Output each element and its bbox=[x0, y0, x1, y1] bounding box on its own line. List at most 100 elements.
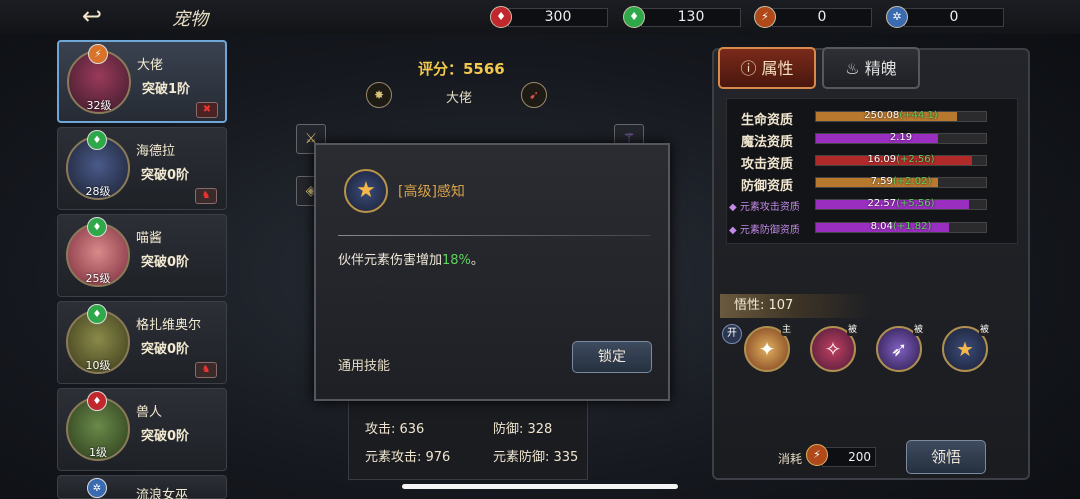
resource-value: 0 bbox=[904, 8, 1004, 27]
pet-breakthrough: 突破0阶 bbox=[141, 342, 190, 357]
element-badge-icon: ♦ bbox=[87, 217, 107, 237]
red-gem-icon: ♦ bbox=[490, 6, 512, 28]
aptitude-label: 攻击资质 bbox=[741, 157, 794, 172]
pet-level: 10级 bbox=[85, 359, 111, 372]
aptitude-label: 生命资质 bbox=[741, 113, 794, 128]
pet-name: 格扎维奥尔 bbox=[136, 318, 202, 333]
comprehension-label: 悟性: 107 bbox=[720, 294, 872, 318]
green-gem-icon: ♦ bbox=[623, 6, 645, 28]
element-badge-icon: ✲ bbox=[87, 478, 107, 498]
pet-name: 流浪女巫 bbox=[136, 488, 189, 499]
aptitude-value: 22.57(+5.56) bbox=[867, 198, 935, 209]
page-title: 宠物 bbox=[172, 9, 208, 30]
pet-level: 28级 bbox=[85, 185, 111, 198]
pet-name: 喵酱 bbox=[136, 231, 163, 246]
elem-defense-stat: 元素防御: 335 bbox=[493, 450, 579, 465]
remove-icon[interactable]: ✖ bbox=[196, 102, 218, 118]
aptitude-bar: 2.19 bbox=[815, 132, 987, 144]
pet-level: 1级 bbox=[89, 446, 107, 459]
pet-level: 32级 bbox=[86, 99, 112, 112]
pet-breakthrough: 突破1阶 bbox=[142, 82, 191, 97]
divider bbox=[338, 235, 650, 236]
aptitude-label: ◆ 元素防御资质 bbox=[729, 225, 800, 236]
pet-level: 25级 bbox=[85, 272, 111, 285]
pet-card-hydra[interactable]: ♦ 28级 海德拉 突破0阶 ♞ bbox=[57, 127, 227, 210]
element-badge-icon: ♦ bbox=[87, 130, 107, 150]
aptitude-value: 8.04(+1.82) bbox=[870, 221, 932, 232]
cost-value: 200 bbox=[822, 447, 876, 467]
aptitude-bar: 250.08(+44.1) bbox=[815, 110, 987, 122]
resource-value: 300 bbox=[508, 8, 608, 27]
tab-label: 精魄 bbox=[864, 59, 897, 78]
resource-snowflake: 0 ✲ bbox=[886, 6, 1004, 28]
skill-mark: 被 bbox=[978, 324, 990, 336]
aptitude-label: ◆ 元素攻击资质 bbox=[729, 202, 800, 213]
compass-icon[interactable]: ✸ bbox=[366, 82, 392, 108]
skill-mark: 被 bbox=[846, 324, 858, 336]
cost-label: 消耗 bbox=[778, 452, 803, 466]
snowflake-icon: ✲ bbox=[886, 6, 908, 28]
tab-soul[interactable]: ♨ 精魄 bbox=[822, 47, 920, 89]
tab-label: 属性 bbox=[761, 59, 794, 78]
skill-tooltip-popup: ★ [高级]感知 伙伴元素伤害增加18%。 通用技能 锁定 bbox=[314, 143, 670, 401]
resource-lightning-coin: 0 ⚡ bbox=[754, 6, 872, 28]
passive-skill-icon[interactable]: ★ 被 bbox=[942, 324, 990, 372]
pet-card-dalao[interactable]: ⚡ 32级 大佬 突破1阶 ✖ bbox=[57, 40, 227, 123]
element-badge-icon: ⚡ bbox=[88, 44, 108, 64]
aptitude-bar: 8.04(+1.82) bbox=[815, 221, 987, 233]
passive-skill-icon[interactable]: ✧ 被 bbox=[810, 324, 858, 372]
element-badge-icon: ♦ bbox=[87, 304, 107, 324]
pet-card-orc[interactable]: ♦ 1级 兽人 突破0阶 bbox=[57, 388, 227, 471]
pet-name: 兽人 bbox=[136, 405, 163, 420]
aptitude-value: 2.19 bbox=[889, 132, 913, 143]
open-badge: 开 bbox=[722, 324, 742, 344]
desc-value: 18% bbox=[442, 253, 471, 268]
pet-card-wandering-witch[interactable]: ✲ 流浪女巫 bbox=[57, 475, 227, 499]
aptitude-label: 魔法资质 bbox=[741, 135, 794, 150]
back-button[interactable]: ↩ bbox=[70, 3, 114, 29]
skill-type: 通用技能 bbox=[338, 359, 391, 374]
demon-icon: ♞ bbox=[195, 362, 217, 378]
resource-red-gem: 300 ♦ bbox=[490, 6, 608, 28]
pet-breakthrough: 突破0阶 bbox=[141, 255, 190, 270]
aptitude-bar: 22.57(+5.56) bbox=[815, 198, 987, 210]
info-icon: ⓘ bbox=[740, 59, 762, 78]
aptitude-value: 16.09(+2.56) bbox=[867, 154, 935, 165]
resource-green-gem: 130 ♦ bbox=[623, 6, 741, 28]
element-badge-icon: ♦ bbox=[87, 391, 107, 411]
tab-attributes[interactable]: ⓘ 属性 bbox=[718, 47, 816, 89]
pet-name: 海德拉 bbox=[136, 144, 176, 159]
pet-card-miaojiang[interactable]: ♦ 25级 喵酱 突破0阶 bbox=[57, 214, 227, 297]
elem-attack-stat: 元素攻击: 976 bbox=[365, 450, 451, 465]
aptitude-value: 250.08(+44.1) bbox=[864, 110, 938, 121]
lightning-coin-icon: ⚡ bbox=[806, 444, 828, 466]
skill-mark: 主 bbox=[780, 324, 792, 336]
aptitude-list: 生命资质 250.08(+44.1) 魔法资质 2.19 攻击资质 16.09(… bbox=[726, 98, 1018, 244]
character-name: 大佬 bbox=[446, 91, 473, 106]
pet-breakthrough: 突破0阶 bbox=[141, 168, 190, 183]
score-label: 评分：5566 bbox=[418, 60, 505, 78]
main-skill-icon[interactable]: ✦ 主 bbox=[744, 324, 792, 372]
pet-breakthrough: 突破0阶 bbox=[141, 429, 190, 444]
passive-skill-icon[interactable]: ➶ 被 bbox=[876, 324, 924, 372]
aptitude-bar: 7.59(+2.02) bbox=[815, 176, 987, 188]
aptitude-value: 7.59(+2.02) bbox=[870, 176, 932, 187]
flame-icon: ♨ bbox=[845, 59, 865, 78]
comprehend-button[interactable]: 领悟 bbox=[906, 440, 986, 474]
pet-name: 大佬 bbox=[137, 58, 164, 73]
skill-description: 伙伴元素伤害增加18%。 bbox=[338, 249, 484, 268]
resource-value: 0 bbox=[772, 8, 872, 27]
lock-button[interactable]: 锁定 bbox=[572, 341, 652, 373]
lightning-coin-icon: ⚡ bbox=[754, 6, 776, 28]
feather-icon[interactable]: ➹ bbox=[521, 82, 547, 108]
pet-card-gezhaweiaoer[interactable]: ♦ 10级 格扎维奥尔 突破0阶 ♞ bbox=[57, 301, 227, 384]
skill-title: [高级]感知 bbox=[398, 184, 465, 200]
aptitude-label: 防御资质 bbox=[741, 179, 794, 194]
star-skill-icon: ★ bbox=[344, 169, 388, 213]
skill-mark: 被 bbox=[912, 324, 924, 336]
home-indicator[interactable] bbox=[402, 484, 678, 489]
back-arrow-icon: ↩ bbox=[81, 2, 103, 30]
desc-text: 伙伴元素伤害增加 bbox=[338, 253, 443, 268]
aptitude-bar: 16.09(+2.56) bbox=[815, 154, 987, 166]
desc-suffix: 。 bbox=[470, 253, 484, 268]
